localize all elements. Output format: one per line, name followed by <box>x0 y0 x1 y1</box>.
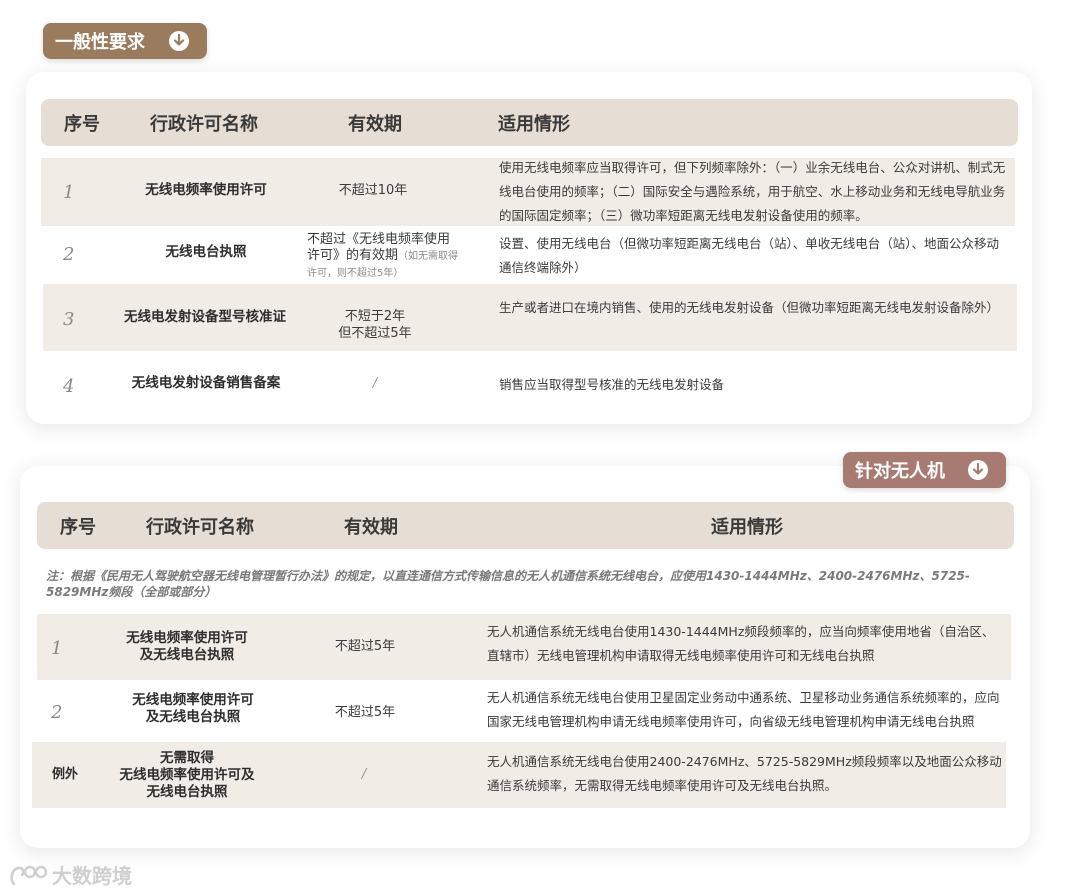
table-row: 3 无线电发射设备型号核准证 不短于2年 但不超过5年 生产或者进口在境内销售、… <box>43 284 1017 351</box>
header-scope: 适用情形 <box>711 516 783 538</box>
row-number: 1 <box>51 638 63 659</box>
validity: / <box>372 376 378 391</box>
license-name: 无线电频率使用许可 及无线电台执照 <box>107 630 267 664</box>
validity: 不短于2年 但不超过5年 <box>305 308 445 342</box>
license-name: 无线电台执照 <box>165 244 247 260</box>
scope-text: 无人机通信系统无线电台使用2400-2476MHz、5725-5829MHz频段… <box>487 754 1002 793</box>
scope-text: 生产或者进口在境内销售、使用的无线电发射设备（但微功率短距离无线电发射设备除外） <box>499 300 1000 315</box>
section-tag-label: 针对无人机 <box>855 461 945 482</box>
table-row-exception: 例外 无需取得 无线电频率使用许可及 无线电台执照 / 无人机通信系统无线电台使… <box>32 742 1006 808</box>
table-header: 序号 行政许可名称 有效期 适用情形 <box>37 502 1014 549</box>
license-name-line-1: 无线电频率使用许可 <box>132 692 254 708</box>
license-name: 无线电发射设备销售备案 <box>131 375 281 391</box>
validity: / <box>361 767 367 782</box>
section-tag-drone[interactable]: 针对无人机 <box>843 452 1006 488</box>
license-name: 无线电频率使用许可 及无线电台执照 <box>113 692 273 726</box>
section-tag-general[interactable]: 一般性要求 <box>43 23 207 59</box>
header-valid: 有效期 <box>344 516 398 538</box>
row-number: 1 <box>63 182 75 203</box>
table-row: 1 无线电频率使用许可 不超过10年 使用无线电频率应当取得许可，但下列频率除外… <box>41 158 1015 226</box>
watermark-text: 大数跨境 <box>52 864 132 888</box>
validity: 不超过5年 <box>334 705 396 720</box>
download-circle-icon[interactable] <box>169 31 189 51</box>
row-number: 2 <box>51 702 63 723</box>
row-number: 例外 <box>51 767 78 782</box>
regulation-note: 注：根据《民用无人驾驶航空器无线电管理暂行办法》的规定，以直连通信方式传输信息的… <box>46 569 970 599</box>
table-row: 1 无线电频率使用许可 及无线电台执照 不超过5年 无人机通信系统无线电台使用1… <box>37 614 1011 680</box>
validity: 不超过10年 <box>338 183 408 198</box>
scope-text: 无人机通信系统无线电台使用1430-1444MHz频段频率的，应当向频率使用地省… <box>487 624 995 663</box>
header-no: 序号 <box>64 113 100 135</box>
header-no: 序号 <box>60 516 96 538</box>
brand-logo-icon <box>10 865 48 885</box>
brand-watermark: 大数跨境 <box>8 860 132 889</box>
section-tag-label: 一般性要求 <box>55 32 145 53</box>
row-number: 2 <box>63 244 75 265</box>
validity: 不超过《无线电频率使用许可》的有效期（如无需取得许可，则不超过5年） <box>307 232 459 282</box>
scope-text: 使用无线电频率应当取得许可，但下列频率除外：（一）业余无线电台、公众对讲机、制式… <box>499 160 1006 223</box>
header-valid: 有效期 <box>348 113 402 135</box>
license-name: 无线电发射设备型号核准证 <box>124 309 286 325</box>
table-header: 序号 行政许可名称 有效期 适用情形 <box>41 99 1018 146</box>
license-name-line-1: 无线电频率使用许可 <box>126 630 248 646</box>
row-number: 3 <box>63 309 75 330</box>
license-name-line-3: 无线电台执照 <box>146 784 228 800</box>
header-name: 行政许可名称 <box>146 516 254 538</box>
validity-line-2: 但不超过5年 <box>338 326 412 341</box>
scope-text: 无人机通信系统无线电台使用卫星固定业务动中通系统、卫星移动业务通信系统频率的，应… <box>487 690 1000 729</box>
license-name-line-2: 及无线电台执照 <box>145 709 241 725</box>
download-circle-icon[interactable] <box>968 460 988 480</box>
validity-line-1: 不短于2年 <box>344 309 406 324</box>
table-row: 2 无线电台执照 不超过《无线电频率使用许可》的有效期（如无需取得许可，则不超过… <box>41 226 1015 284</box>
license-name-line-2: 无线电频率使用许可及 <box>119 767 255 783</box>
table-row: 4 无线电发射设备销售备案 / 销售应当取得型号核准的无线电发射设备 <box>41 353 1015 413</box>
row-number: 4 <box>63 376 75 397</box>
license-name: 无线电频率使用许可 <box>145 182 267 198</box>
license-name: 无需取得 无线电频率使用许可及 无线电台执照 <box>107 750 267 801</box>
validity: 不超过5年 <box>334 639 396 654</box>
header-name: 行政许可名称 <box>150 113 258 135</box>
table-row: 2 无线电频率使用许可 及无线电台执照 不超过5年 无人机通信系统无线电台使用卫… <box>37 682 1011 742</box>
license-name-line-2: 及无线电台执照 <box>139 647 235 663</box>
scope-text: 设置、使用无线电台（但微功率短距离无线电台（站）、单收无线电台（站）、地面公众移… <box>499 236 1000 275</box>
scope-text: 销售应当取得型号核准的无线电发射设备 <box>499 377 725 392</box>
license-name-line-1: 无需取得 <box>160 750 214 766</box>
header-scope: 适用情形 <box>498 113 570 135</box>
